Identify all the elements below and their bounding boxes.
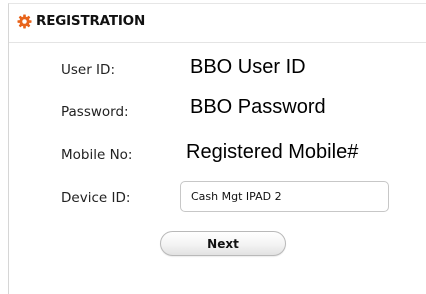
page-title: REGISTRATION <box>36 13 146 29</box>
mobile-value[interactable]: Registered Mobile# <box>186 141 358 164</box>
password-label: Password: <box>61 104 129 120</box>
gear-icon <box>17 14 32 29</box>
password-value[interactable]: BBO Password <box>190 96 326 119</box>
device-id-input[interactable] <box>180 181 389 212</box>
user-id-value[interactable]: BBO User ID <box>190 56 306 79</box>
device-id-label: Device ID: <box>61 190 131 206</box>
mobile-label: Mobile No: <box>61 147 133 163</box>
panel-header: REGISTRATION <box>9 4 426 43</box>
next-button[interactable]: Next <box>160 231 286 256</box>
user-id-label: User ID: <box>61 62 115 78</box>
registration-panel: REGISTRATION User ID: BBO User ID Passwo… <box>8 3 426 294</box>
